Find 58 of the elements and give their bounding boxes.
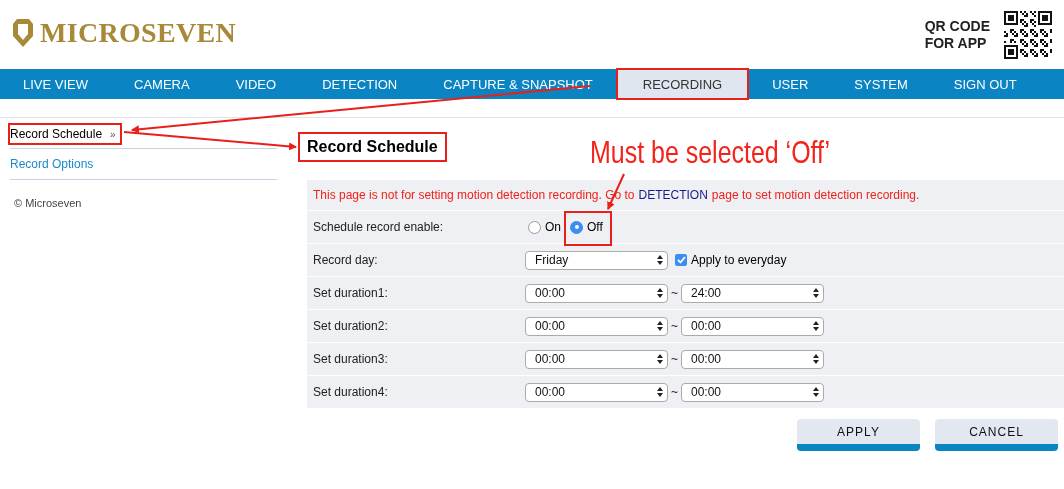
nav-tab[interactable]: DETECTION — [299, 69, 421, 99]
updown-icon — [813, 387, 819, 397]
range-separator: ~ — [671, 352, 678, 366]
sidebar-item[interactable]: Record Schedule » — [10, 125, 120, 143]
select-field[interactable]: 00:00 — [681, 349, 824, 369]
select-field[interactable]: 00:00 — [525, 316, 668, 336]
qr-caption: QR CODE — [924, 17, 990, 35]
sidebar-item[interactable]: Record Options — [10, 157, 94, 171]
notice-text: page to set motion detection recording. — [711, 188, 920, 202]
checkbox[interactable] — [675, 254, 687, 266]
select-field[interactable]: Friday — [525, 250, 668, 270]
range-separator: ~ — [671, 319, 678, 333]
brand-logo-text: MICROSEVEN — [40, 16, 236, 49]
field-label: Record day: — [313, 253, 379, 267]
field-label: Set duration3: — [313, 352, 389, 366]
updown-icon — [813, 354, 819, 364]
select-field[interactable]: 24:00 — [681, 283, 824, 303]
nav-tab[interactable]: USER — [749, 69, 832, 99]
nav-tab[interactable]: CAMERA — [111, 69, 213, 99]
field-label: Schedule record enable: — [313, 220, 445, 234]
updown-icon — [657, 387, 663, 397]
nav-tab[interactable]: RECORDING — [616, 69, 749, 99]
action-button[interactable]: CANCEL — [935, 419, 1058, 451]
updown-icon — [657, 321, 663, 331]
chevron-icon: » — [110, 128, 116, 140]
updown-icon — [657, 288, 663, 298]
field-label: Set duration4: — [313, 385, 389, 399]
radio-label[interactable]: On — [545, 220, 561, 234]
annotation-box — [564, 211, 612, 246]
qr-code-icon — [1004, 10, 1052, 59]
updown-icon — [813, 321, 819, 331]
select-field[interactable]: 00:00 — [525, 283, 668, 303]
radio-label[interactable]: Off — [587, 220, 603, 234]
nav-tab[interactable]: LIVE VIEW — [0, 69, 112, 99]
updown-icon — [657, 255, 663, 265]
qr-caption: FOR APP — [924, 34, 988, 52]
radio-button[interactable] — [528, 220, 541, 234]
range-separator: ~ — [671, 385, 678, 399]
radio-button[interactable] — [570, 220, 583, 234]
range-separator: ~ — [671, 286, 678, 300]
nav-tab[interactable]: SIGN OUT — [930, 69, 1040, 99]
select-field[interactable]: 00:00 — [681, 382, 824, 402]
annotation-text: Must be selected ‘Off’ — [590, 134, 830, 171]
field-label: Set duration2: — [313, 319, 389, 333]
select-field[interactable]: 00:00 — [681, 316, 824, 336]
updown-icon — [657, 354, 663, 364]
nav-tab[interactable]: VIDEO — [212, 69, 300, 99]
copyright-text: © Microseven — [13, 196, 83, 209]
logo-icon — [12, 17, 34, 48]
page-title: Record Schedule — [298, 132, 447, 162]
detection-link[interactable]: DETECTION — [638, 188, 708, 202]
action-button[interactable]: APPLY — [797, 419, 920, 451]
select-field[interactable]: 00:00 — [525, 349, 668, 369]
select-field[interactable]: 00:00 — [525, 382, 668, 402]
checkbox-label[interactable]: Apply to everyday — [691, 253, 787, 267]
updown-icon — [813, 288, 819, 298]
field-label: Set duration1: — [313, 286, 389, 300]
nav-tab[interactable]: SYSTEM — [831, 69, 931, 99]
